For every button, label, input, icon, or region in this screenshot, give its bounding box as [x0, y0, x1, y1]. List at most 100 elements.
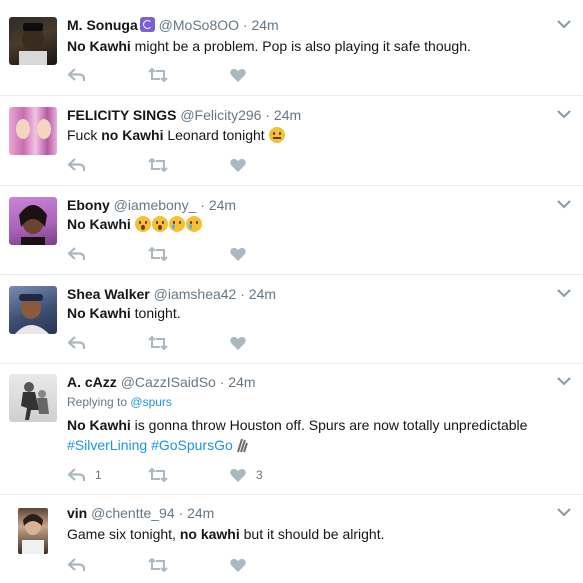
separator-dot: ·	[178, 505, 184, 521]
retweet-button[interactable]	[148, 467, 168, 483]
timestamp[interactable]: 24m	[274, 107, 301, 123]
reply-arrow-icon	[68, 247, 85, 260]
like-button[interactable]	[230, 335, 246, 351]
heart-icon	[230, 158, 246, 172]
display-name[interactable]: Ebony	[67, 197, 110, 213]
like-button[interactable]	[230, 157, 246, 173]
timestamp[interactable]: 24m	[228, 374, 255, 390]
reply-count: 1	[95, 468, 102, 482]
tweet-text: No Kawhi	[67, 214, 203, 234]
display-name[interactable]: Shea Walker	[67, 286, 150, 302]
avatar[interactable]	[9, 374, 57, 422]
separator-dot: ·	[219, 374, 225, 390]
reply-arrow-icon	[68, 68, 85, 81]
tweet-body: Leonard tonight	[163, 127, 265, 143]
display-name[interactable]: M. Sonuga	[67, 17, 138, 33]
heart-icon	[230, 336, 246, 350]
avatar[interactable]	[9, 197, 57, 245]
user-handle[interactable]: @chentte_94	[91, 505, 175, 521]
like-button[interactable]	[230, 246, 246, 262]
timestamp[interactable]: 24m	[251, 17, 278, 33]
chevron-down-icon[interactable]	[557, 19, 571, 29]
tweet-text: No Kawhi might be a problem. Pop is also…	[67, 36, 471, 56]
retweet-icon	[148, 68, 168, 82]
tweet[interactable]: Ebony @iamebony_ · 24m No Kawhi	[0, 186, 583, 275]
timestamp[interactable]: 24m	[209, 197, 236, 213]
tweet-body: is gonna throw Houston off. Spurs are no…	[130, 417, 528, 433]
astonished-face-emoji-icon	[151, 216, 168, 232]
reply-button[interactable]: 1	[68, 467, 102, 483]
tweet-body: Game six tonight,	[67, 526, 180, 542]
heart-icon	[230, 68, 246, 82]
retweet-icon	[148, 468, 168, 482]
display-name[interactable]: A. cAzz	[67, 374, 117, 390]
like-button[interactable]: 3	[230, 467, 263, 483]
retweet-icon	[148, 158, 168, 172]
tweet[interactable]: M. Sonuga @MoSo8OO · 24m No Kawhi might …	[0, 0, 583, 96]
tweet-text-line2: #SilverLining #GoSpursGo	[67, 435, 249, 455]
tweet-body: Fuck	[67, 127, 102, 143]
heart-icon	[230, 247, 246, 261]
mention-link[interactable]: @spurs	[130, 395, 172, 409]
chevron-down-icon[interactable]	[557, 376, 571, 386]
highlight-text: no kawhi	[179, 526, 240, 542]
separator-dot: ·	[240, 286, 245, 302]
reply-arrow-icon	[68, 336, 85, 349]
retweet-button[interactable]	[148, 557, 168, 573]
display-name[interactable]: FELICITY SINGS	[67, 107, 176, 123]
avatar[interactable]	[9, 286, 57, 334]
tweet[interactable]: A. cAzz @CazzISaidSo · 24m Replying to @…	[0, 364, 583, 495]
timestamp[interactable]: 24m	[249, 286, 276, 302]
retweet-button[interactable]	[148, 157, 168, 173]
avatar[interactable]	[9, 17, 57, 65]
reply-button[interactable]	[68, 157, 85, 173]
tweet-header: Shea Walker @iamshea42 · 24m	[67, 285, 276, 303]
heart-icon	[230, 468, 246, 482]
retweet-button[interactable]	[148, 67, 168, 83]
tweet-header: Ebony @iamebony_ · 24m	[67, 196, 236, 214]
reply-button[interactable]	[68, 67, 85, 83]
user-handle[interactable]: @iamshea42	[154, 286, 237, 302]
avatar[interactable]	[9, 107, 57, 155]
like-count: 3	[256, 468, 263, 482]
avatar[interactable]	[18, 508, 48, 554]
user-handle[interactable]: @iamebony_	[114, 197, 197, 213]
replying-label: Replying to	[67, 395, 128, 409]
like-button[interactable]	[230, 557, 246, 573]
reply-button[interactable]	[68, 246, 85, 262]
retweet-icon	[148, 558, 168, 572]
user-handle[interactable]: @MoSo8OO	[159, 17, 239, 33]
reply-arrow-icon	[68, 468, 85, 481]
tweet[interactable]: Shea Walker @iamshea42 · 24m No Kawhi to…	[0, 275, 583, 364]
highlight-text: No Kawhi	[67, 305, 131, 321]
chevron-down-icon[interactable]	[557, 507, 571, 517]
crying-face-emoji-icon	[185, 216, 202, 232]
chevron-down-icon[interactable]	[557, 288, 571, 298]
tweet-text: No Kawhi tonight.	[67, 303, 181, 323]
like-button[interactable]	[230, 67, 246, 83]
chevron-down-icon[interactable]	[557, 199, 571, 209]
user-handle[interactable]: @Felicity296	[180, 107, 261, 123]
chevron-down-icon[interactable]	[557, 109, 571, 119]
tweet[interactable]: vin @chentte_94 · 24m Game six tonight, …	[0, 495, 583, 583]
tweet-header: A. cAzz @CazzISaidSo · 24m	[67, 373, 256, 391]
reply-button[interactable]	[68, 335, 85, 351]
highlight-text: no Kawhi	[101, 127, 164, 143]
reply-button[interactable]	[68, 557, 85, 573]
user-handle[interactable]: @CazzISaidSo	[121, 374, 216, 390]
retweet-button[interactable]	[148, 335, 168, 351]
separator-dot: ·	[242, 17, 248, 33]
timestamp[interactable]: 24m	[187, 505, 214, 521]
hashtag-link[interactable]: #SilverLining	[67, 437, 147, 453]
reply-arrow-icon	[68, 158, 85, 171]
zodiac-emoji-icon	[139, 17, 155, 32]
crying-face-emoji-icon	[168, 216, 185, 232]
tweet-text: Fuck no Kawhi Leonard tonight	[67, 125, 286, 145]
display-name[interactable]: vin	[67, 505, 87, 521]
reply-arrow-icon	[68, 558, 85, 571]
tweet[interactable]: FELICITY SINGS @Felicity296 · 24m Fuck n…	[0, 96, 583, 186]
tweet-text: Game six tonight, no kawhi but it should…	[67, 524, 385, 544]
retweet-button[interactable]	[148, 246, 168, 262]
hashtag-link[interactable]: #GoSpursGo	[151, 437, 233, 453]
tweet-text: No Kawhi is gonna throw Houston off. Spu…	[67, 415, 527, 435]
